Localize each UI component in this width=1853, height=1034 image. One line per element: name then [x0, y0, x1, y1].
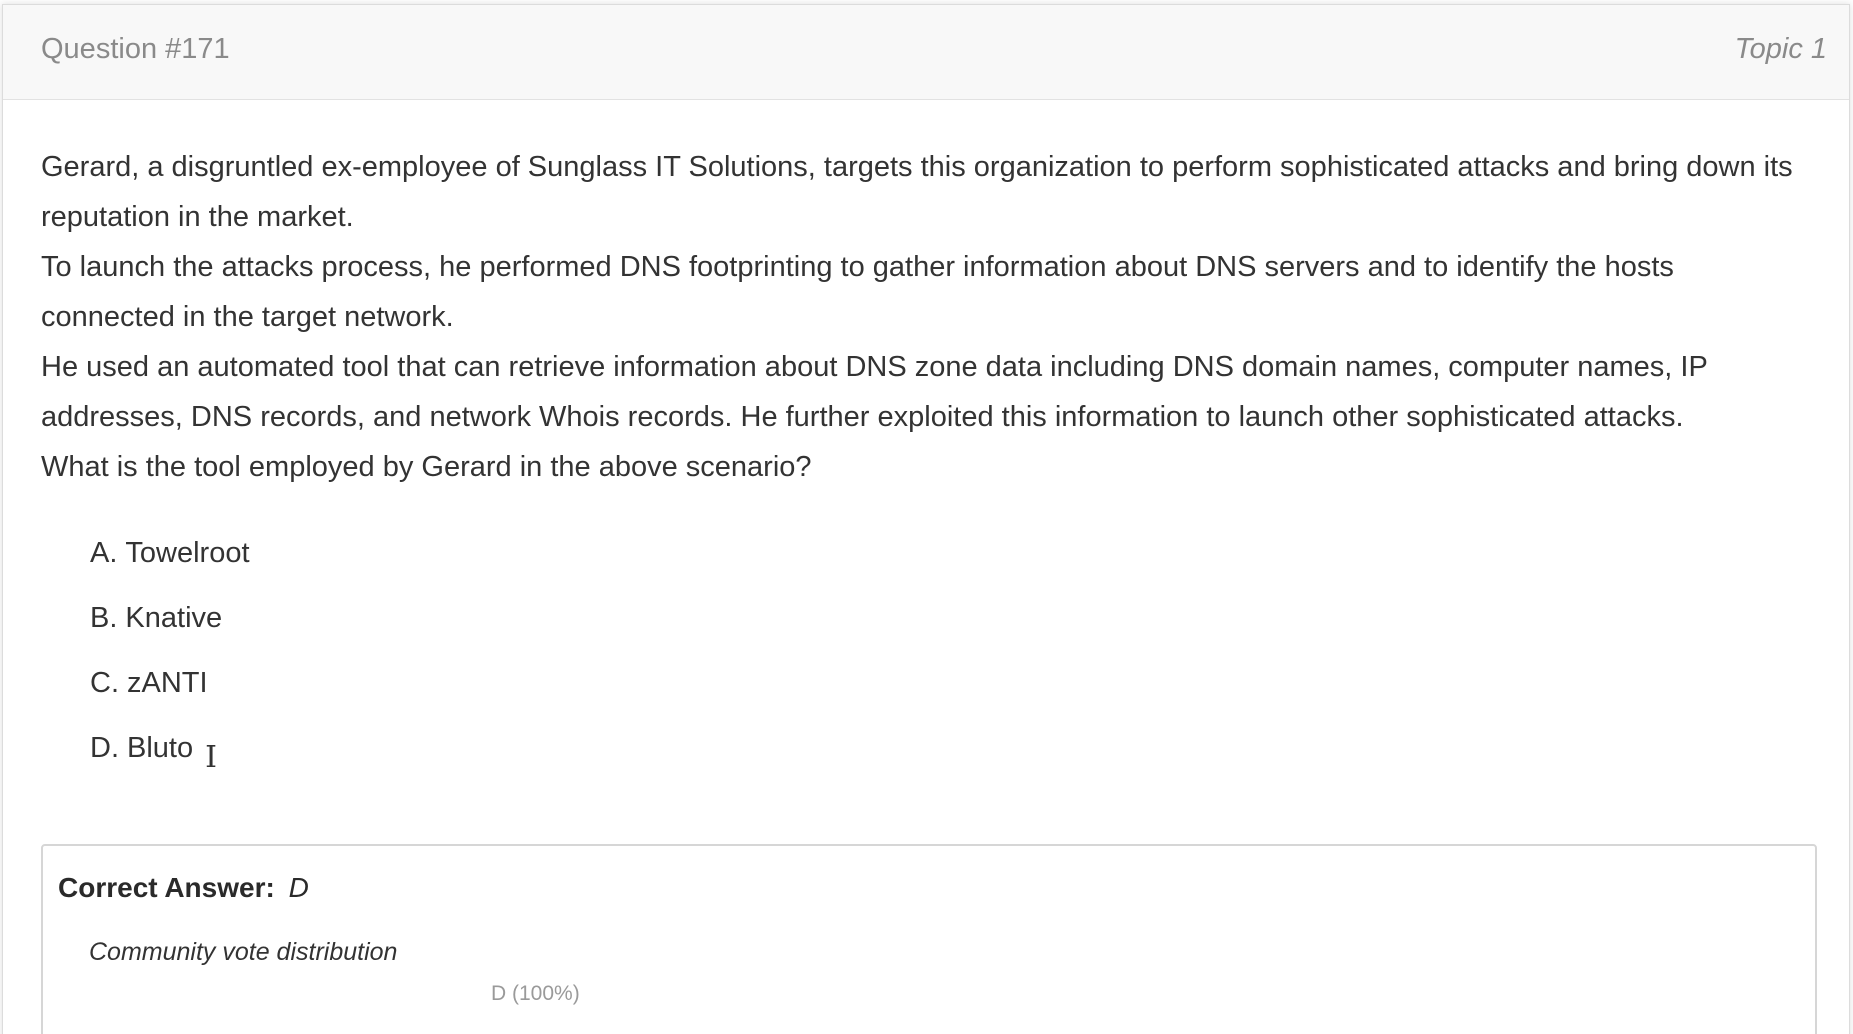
- correct-answer: Correct Answer: D: [58, 872, 309, 904]
- question-text: Gerard, a disgruntled ex-employee of Sun…: [41, 142, 1811, 492]
- question-topic: Topic 1: [1734, 33, 1827, 65]
- text-cursor-icon: I: [205, 740, 217, 775]
- choice-text: zANTI: [127, 667, 208, 699]
- correct-answer-value: D: [288, 872, 309, 903]
- question-header: Question #171 Topic 1: [3, 5, 1849, 100]
- question-paragraph: He used an automated tool that can retri…: [41, 351, 1708, 433]
- question-paragraph: To launch the attacks process, he perfor…: [41, 251, 1674, 333]
- page: Question #171 Topic 1 Gerard, a disgrunt…: [0, 0, 1853, 1034]
- choice-text: Towelroot: [125, 537, 250, 569]
- answer-box: Correct Answer: D Community vote distrib…: [41, 844, 1817, 1034]
- choice-letter: D.: [90, 732, 119, 764]
- question-paragraph: What is the tool employed by Gerard in t…: [41, 451, 812, 483]
- choice-b[interactable]: B. Knative: [90, 601, 1811, 635]
- choice-d[interactable]: D. Bluto I: [90, 731, 1811, 775]
- choice-letter: A.: [90, 537, 118, 569]
- choice-a[interactable]: A. Towelroot: [90, 536, 1811, 570]
- choice-letter: C.: [90, 667, 119, 699]
- choice-c[interactable]: C. zANTI: [90, 666, 1811, 700]
- choices-list: A. Towelroot B. Knative C. zANTI D. Blut…: [41, 536, 1811, 775]
- question-paragraph: Gerard, a disgruntled ex-employee of Sun…: [41, 151, 1793, 233]
- question-number: Question #171: [41, 33, 230, 65]
- choice-text: Bluto: [127, 732, 194, 764]
- choice-letter: B.: [90, 602, 118, 634]
- question-card: Question #171 Topic 1 Gerard, a disgrunt…: [2, 4, 1850, 1034]
- vote-distribution-title: Community vote distribution: [89, 938, 398, 966]
- correct-answer-label: Correct Answer:: [58, 872, 275, 903]
- choice-text: Knative: [125, 602, 223, 634]
- question-body: Gerard, a disgruntled ex-employee of Sun…: [3, 100, 1849, 775]
- vote-distribution-bar: D (100%): [89, 976, 1089, 1012]
- vote-bar-label: D (100%): [491, 982, 580, 1005]
